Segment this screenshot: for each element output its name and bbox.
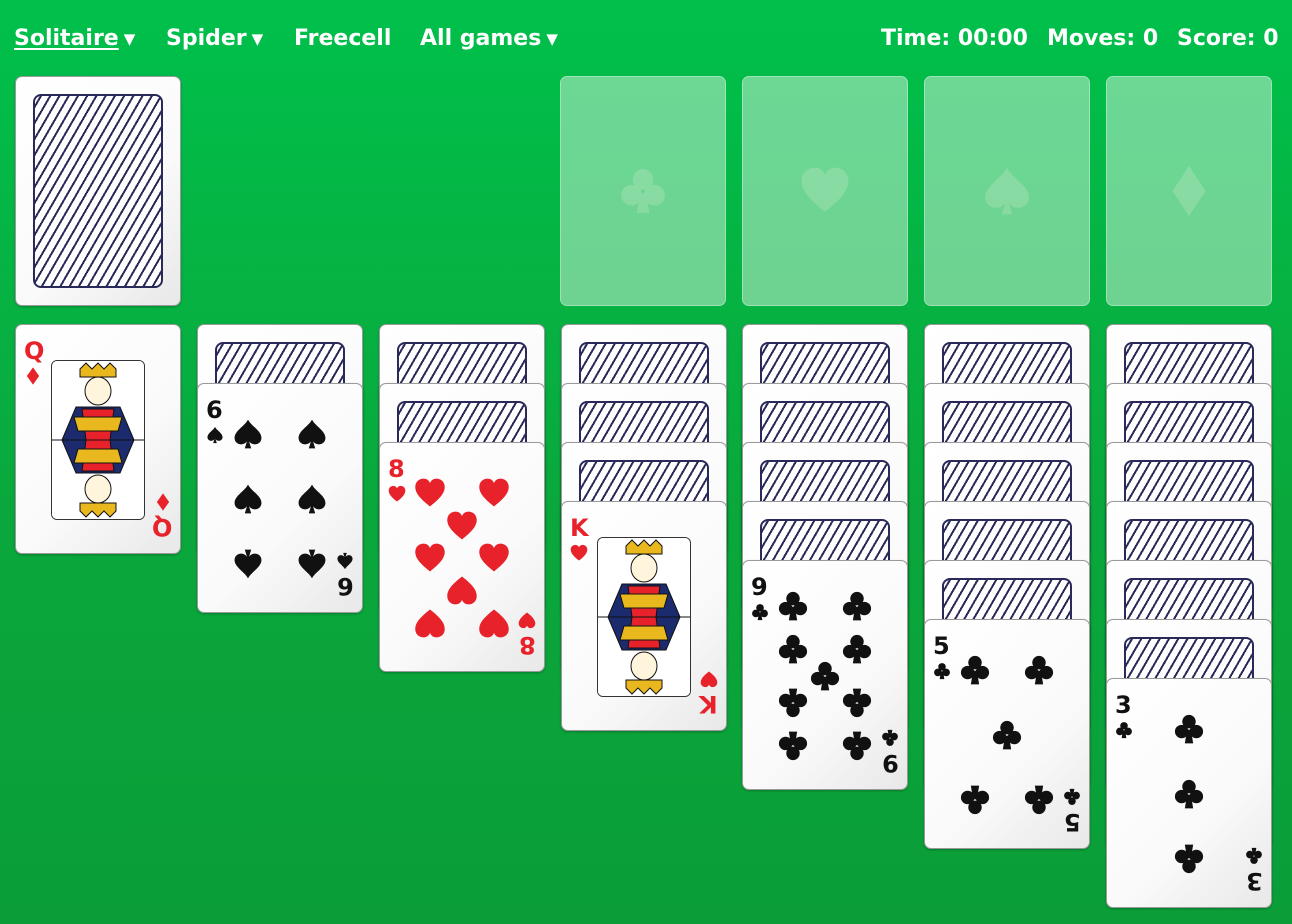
- heart-icon: [801, 167, 849, 212]
- club-icon: [1116, 722, 1132, 739]
- heart-icon: [570, 544, 588, 561]
- heart-icon: [415, 543, 445, 572]
- stock-pile[interactable]: [15, 76, 181, 306]
- club-icon: [810, 661, 840, 691]
- card-rank: 6: [337, 572, 354, 600]
- club-icon: [842, 731, 872, 761]
- club-icon: [1174, 779, 1204, 809]
- club-icon: [842, 634, 872, 664]
- club-icon: [778, 591, 808, 621]
- card-rank: Q: [151, 513, 172, 541]
- heart-icon: [700, 671, 718, 688]
- heart-icon: [447, 511, 477, 540]
- heart-icon: [479, 609, 509, 638]
- nav-freecell-label: Freecell: [294, 26, 392, 51]
- court-figure-frame: [597, 537, 691, 697]
- score-display: Score: 0: [1177, 26, 1279, 51]
- card-rank: 9: [882, 749, 899, 777]
- card-rank: 8: [519, 631, 536, 659]
- spade-icon: [985, 167, 1029, 215]
- card-rank: K: [699, 690, 718, 718]
- foundation-hearts[interactable]: [742, 76, 908, 306]
- club-icon: [778, 688, 808, 718]
- heart-icon: [479, 478, 509, 507]
- nav-freecell-link[interactable]: Freecell: [294, 26, 391, 51]
- card-rank: 5: [1064, 808, 1081, 836]
- nav-solitaire-menu[interactable]: Solitaire ▼: [14, 26, 135, 51]
- club-icon: [842, 591, 872, 621]
- queen-figure-icon: [52, 361, 144, 519]
- spade-icon: [207, 426, 223, 444]
- club-icon: [842, 688, 872, 718]
- club-icon: [778, 731, 808, 761]
- playing-card-9-of-clubs[interactable]: 99: [742, 560, 908, 790]
- spade-icon: [298, 419, 326, 449]
- nav-all-games-menu[interactable]: All games ▼: [420, 26, 558, 51]
- diamond-icon: [156, 493, 170, 511]
- club-icon: [752, 604, 768, 621]
- club-icon: [1064, 788, 1080, 805]
- top-bar: Solitaire ▼ Spider ▼ Freecell All games ▼ T…: [0, 0, 1292, 80]
- card-rank: 8: [388, 455, 405, 483]
- card-rank: 5: [933, 632, 950, 660]
- king-figure-icon: [598, 538, 690, 696]
- club-icon: [1246, 847, 1262, 864]
- playing-card-3-of-clubs[interactable]: 33: [1106, 678, 1272, 908]
- spade-icon: [234, 419, 262, 449]
- foundation-diamonds[interactable]: [1106, 76, 1272, 306]
- heart-icon: [479, 543, 509, 572]
- nav-spider-label: Spider: [166, 26, 247, 51]
- playing-card-K-of-hearts[interactable]: KK: [561, 501, 727, 731]
- heart-icon: [388, 485, 406, 502]
- diamond-icon: [1172, 166, 1206, 216]
- club-icon: [1024, 655, 1054, 685]
- card-rank: 9: [751, 573, 768, 601]
- card-rank: 6: [206, 396, 223, 424]
- heart-icon: [518, 612, 536, 629]
- spade-icon: [298, 549, 326, 579]
- heart-icon: [415, 478, 445, 507]
- card-rank: K: [570, 514, 589, 542]
- caret-down-icon: ▼: [123, 30, 136, 48]
- playing-card-Q-of-diamonds[interactable]: QQ: [15, 324, 181, 554]
- court-figure-frame: [51, 360, 145, 520]
- club-icon: [778, 634, 808, 664]
- heart-icon: [447, 576, 477, 605]
- club-icon: [1174, 714, 1204, 744]
- caret-down-icon: ▼: [251, 30, 264, 48]
- card-rank: 3: [1115, 691, 1132, 719]
- spade-icon: [337, 552, 353, 570]
- club-icon: [1024, 785, 1054, 815]
- club-icon: [960, 655, 990, 685]
- moves-display: Moves: 0: [1047, 26, 1159, 51]
- playing-card-8-of-hearts[interactable]: 88: [379, 442, 545, 672]
- card-rank: Q: [24, 337, 45, 365]
- club-icon: [1174, 844, 1204, 874]
- nav-solitaire-label: Solitaire: [14, 26, 119, 51]
- playing-card-6-of-spades[interactable]: 66: [197, 383, 363, 613]
- club-icon: [621, 169, 665, 213]
- club-icon: [882, 729, 898, 746]
- spade-icon: [234, 549, 262, 579]
- caret-down-icon: ▼: [546, 30, 558, 48]
- diamond-icon: [26, 367, 40, 385]
- club-icon: [960, 785, 990, 815]
- card-rank: 3: [1246, 867, 1263, 895]
- foundation-clubs[interactable]: [560, 76, 726, 306]
- nav-all-games-label: All games: [420, 26, 542, 51]
- heart-icon: [415, 609, 445, 638]
- time-display: Time: 00:00: [881, 26, 1028, 51]
- playing-card-5-of-clubs[interactable]: 55: [924, 619, 1090, 849]
- club-icon: [934, 663, 950, 680]
- nav-spider-menu[interactable]: Spider ▼: [166, 26, 263, 51]
- card-back-pattern: [33, 94, 163, 288]
- foundation-spades[interactable]: [924, 76, 1090, 306]
- spade-icon: [234, 484, 262, 514]
- club-icon: [992, 720, 1022, 750]
- spade-icon: [298, 484, 326, 514]
